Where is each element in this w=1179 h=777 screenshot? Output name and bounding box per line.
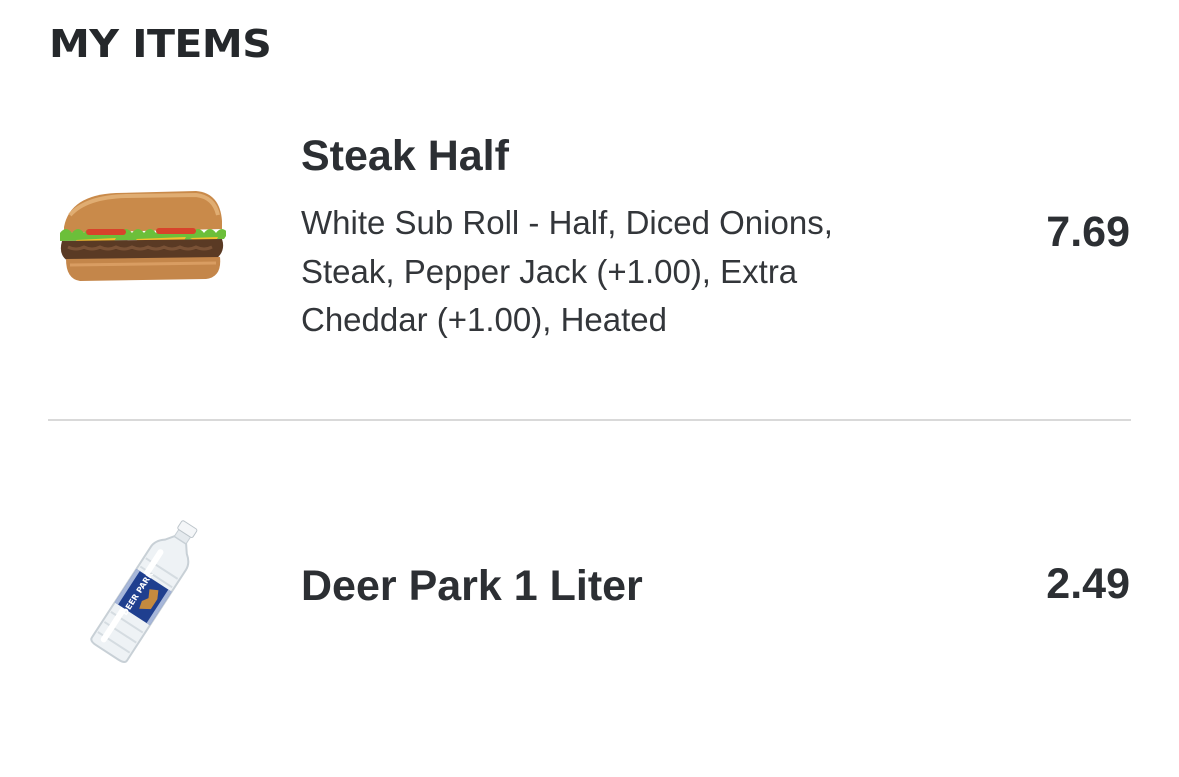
item-name: Steak Half: [301, 132, 509, 180]
water-bottle-image: DEER PARK: [90, 520, 198, 663]
item-description: White Sub Roll - Half, Diced Onions, Ste…: [301, 204, 833, 338]
steak-sandwich-image: [60, 191, 226, 281]
cart-item-steak-half[interactable]: Steak Half White Sub Roll - Half, Diced …: [0, 100, 1179, 420]
item-price: 2.49: [1046, 560, 1130, 608]
cart-item-deer-park-water[interactable]: DEER PARK Deer Park 1 Liter 2.49: [0, 422, 1179, 777]
section-title: MY ITEMS: [49, 22, 272, 66]
item-divider: [48, 419, 1131, 421]
item-price: 7.69: [1046, 208, 1130, 256]
item-name: Deer Park 1 Liter: [301, 562, 643, 610]
